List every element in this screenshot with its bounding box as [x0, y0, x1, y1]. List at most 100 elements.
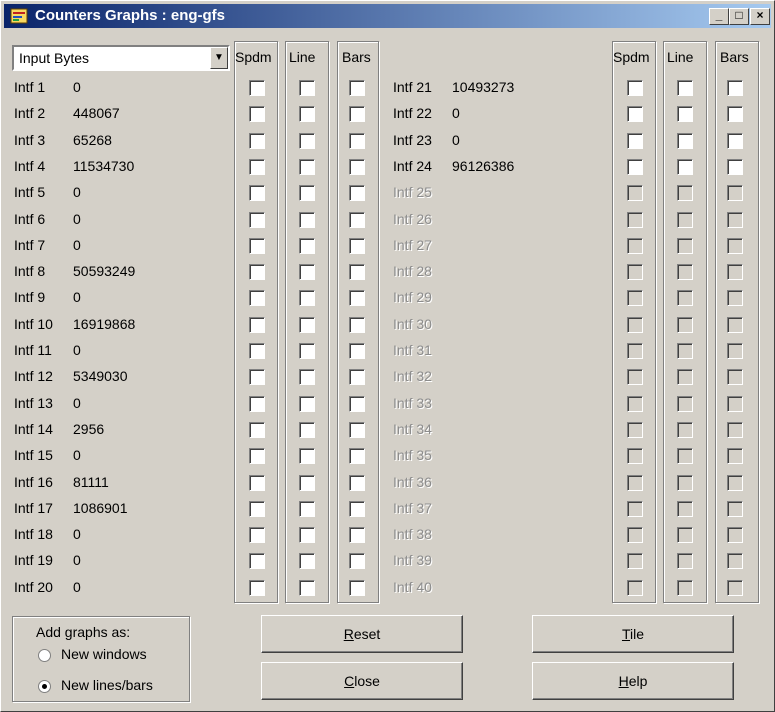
spdm-checkbox[interactable]	[249, 238, 265, 254]
spdm-checkbox[interactable]	[249, 448, 265, 464]
line-checkbox[interactable]	[299, 80, 315, 96]
spdm-checkbox[interactable]	[249, 343, 265, 359]
bars-checkbox[interactable]	[349, 396, 365, 412]
line-checkbox[interactable]	[299, 317, 315, 333]
spdm-checkbox[interactable]	[249, 185, 265, 201]
bars-checkbox[interactable]	[349, 212, 365, 228]
line-checkbox[interactable]	[299, 475, 315, 491]
bars-checkbox[interactable]	[349, 264, 365, 280]
spdm-checkbox[interactable]	[249, 317, 265, 333]
line-checkbox[interactable]	[677, 106, 693, 122]
bars-checkbox[interactable]	[349, 448, 365, 464]
interface-name: Intf 27	[393, 237, 432, 253]
minimize-button[interactable]: _	[709, 8, 729, 25]
line-checkbox[interactable]	[299, 553, 315, 569]
line-checkbox[interactable]	[299, 185, 315, 201]
spdm-checkbox[interactable]	[249, 133, 265, 149]
dropdown-button[interactable]: ▼	[210, 47, 228, 69]
line-checkbox[interactable]	[299, 106, 315, 122]
title-bar[interactable]: Counters Graphs : eng-gfs _ □ ×	[4, 4, 771, 28]
spdm-checkbox[interactable]	[249, 580, 265, 596]
bars-checkbox[interactable]	[727, 159, 743, 175]
right-spdm-header: Spdm	[613, 49, 650, 65]
line-checkbox[interactable]	[299, 501, 315, 517]
bars-checkbox[interactable]	[349, 422, 365, 438]
line-checkbox[interactable]	[299, 396, 315, 412]
line-checkbox[interactable]	[299, 580, 315, 596]
bars-checkbox[interactable]	[349, 501, 365, 517]
reset-button[interactable]: Reset	[261, 615, 463, 653]
bars-checkbox[interactable]	[349, 343, 365, 359]
maximize-button[interactable]: □	[729, 8, 749, 25]
bars-checkbox	[727, 317, 743, 333]
interface-name: Intf 40	[393, 579, 432, 595]
line-checkbox[interactable]	[299, 343, 315, 359]
interface-name: Intf 5	[14, 184, 46, 200]
spdm-checkbox[interactable]	[249, 475, 265, 491]
line-checkbox[interactable]	[299, 369, 315, 385]
line-checkbox[interactable]	[299, 527, 315, 543]
counter-type-select[interactable]: Input Bytes ▼	[12, 45, 230, 71]
spdm-checkbox[interactable]	[249, 159, 265, 175]
spdm-checkbox[interactable]	[627, 106, 643, 122]
line-checkbox[interactable]	[299, 422, 315, 438]
interface-name: Intf 4	[14, 158, 46, 174]
spdm-checkbox	[627, 396, 643, 412]
spdm-checkbox[interactable]	[249, 212, 265, 228]
spdm-checkbox[interactable]	[249, 369, 265, 385]
close-button[interactable]: Close	[261, 662, 463, 700]
line-checkbox[interactable]	[299, 264, 315, 280]
spdm-checkbox[interactable]	[249, 106, 265, 122]
interface-counter-value: 0	[452, 132, 460, 148]
bars-checkbox[interactable]	[349, 238, 365, 254]
bars-checkbox[interactable]	[349, 290, 365, 306]
line-checkbox[interactable]	[299, 133, 315, 149]
line-checkbox[interactable]	[677, 80, 693, 96]
bars-checkbox[interactable]	[349, 317, 365, 333]
tile-button[interactable]: Tile	[532, 615, 734, 653]
spdm-checkbox[interactable]	[249, 80, 265, 96]
interface-name: Intf 36	[393, 474, 432, 490]
spdm-checkbox[interactable]	[249, 501, 265, 517]
bars-checkbox[interactable]	[349, 106, 365, 122]
line-checkbox[interactable]	[299, 238, 315, 254]
bars-checkbox	[727, 264, 743, 280]
interface-name: Intf 16	[14, 474, 53, 490]
radio-selected-dot	[42, 684, 47, 689]
spdm-checkbox[interactable]	[249, 264, 265, 280]
bars-checkbox[interactable]	[349, 580, 365, 596]
bars-checkbox[interactable]	[349, 80, 365, 96]
line-checkbox[interactable]	[299, 448, 315, 464]
interface-counter-value: 2956	[73, 421, 105, 437]
line-checkbox[interactable]	[299, 212, 315, 228]
bars-checkbox[interactable]	[727, 106, 743, 122]
help-button[interactable]: Help	[532, 662, 734, 700]
bars-checkbox	[727, 369, 743, 385]
spdm-checkbox[interactable]	[627, 159, 643, 175]
spdm-checkbox[interactable]	[627, 133, 643, 149]
bars-checkbox[interactable]	[727, 80, 743, 96]
line-checkbox[interactable]	[677, 159, 693, 175]
spdm-checkbox[interactable]	[627, 80, 643, 96]
bars-checkbox[interactable]	[349, 527, 365, 543]
line-checkbox[interactable]	[299, 159, 315, 175]
new-lines-bars-radio[interactable]	[38, 680, 51, 693]
line-checkbox[interactable]	[299, 290, 315, 306]
interface-name: Intf 10	[14, 316, 53, 332]
bars-checkbox	[727, 290, 743, 306]
spdm-checkbox[interactable]	[249, 396, 265, 412]
bars-checkbox[interactable]	[727, 133, 743, 149]
bars-checkbox[interactable]	[349, 133, 365, 149]
bars-checkbox[interactable]	[349, 369, 365, 385]
spdm-checkbox[interactable]	[249, 422, 265, 438]
bars-checkbox[interactable]	[349, 553, 365, 569]
line-checkbox[interactable]	[677, 133, 693, 149]
spdm-checkbox[interactable]	[249, 553, 265, 569]
spdm-checkbox[interactable]	[249, 527, 265, 543]
bars-checkbox[interactable]	[349, 475, 365, 491]
new-windows-radio[interactable]	[38, 649, 51, 662]
spdm-checkbox[interactable]	[249, 290, 265, 306]
bars-checkbox[interactable]	[349, 185, 365, 201]
close-window-button[interactable]: ×	[750, 8, 770, 25]
bars-checkbox[interactable]	[349, 159, 365, 175]
